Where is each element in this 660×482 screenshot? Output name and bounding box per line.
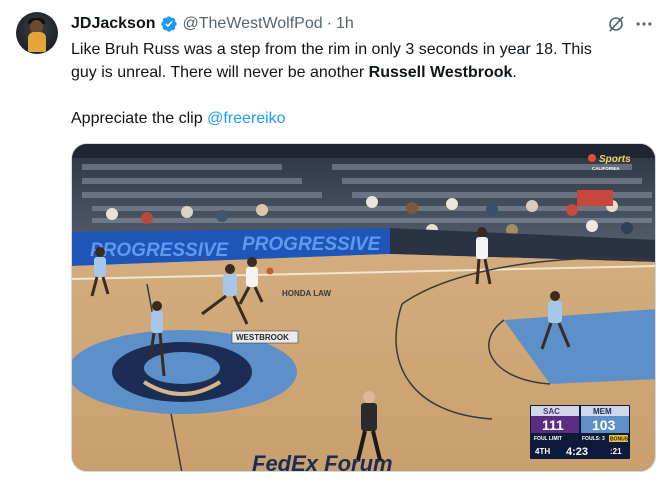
- svg-text:CALIFORNIA: CALIFORNIA: [592, 166, 620, 171]
- handle[interactable]: @TheWestWolfPod: [183, 15, 323, 33]
- team1-note: FOUL LIMIT: [534, 436, 562, 442]
- team2-note: FOULS: 3: [582, 436, 605, 442]
- bold-name: Russell Westbrook: [368, 64, 513, 81]
- baseline-text: FedEx Forum: [252, 451, 393, 472]
- mention-link[interactable]: @freereiko: [207, 110, 286, 127]
- quarter: 4TH: [535, 447, 550, 456]
- team1-score: 111: [542, 417, 564, 433]
- tweet-line-1: Like Bruh Russ was a step from the rim i…: [71, 41, 592, 58]
- tweet-line-3: Appreciate the clip @freereiko: [71, 107, 643, 130]
- scoreboard: SAC MEM 111 103 FOUL LIMIT FOULS: 3 BONU…: [530, 405, 630, 459]
- svg-text:Sports: Sports: [599, 154, 631, 165]
- avatar[interactable]: [16, 12, 58, 54]
- team2-abbr: MEM: [593, 407, 612, 416]
- player-tag-text: WESTBROOK: [236, 333, 289, 342]
- team1-abbr: SAC: [543, 407, 560, 416]
- banner-text-1: PROGRESSIVE: [90, 240, 230, 261]
- red-cooler: [577, 190, 613, 206]
- banner-text-2: PROGRESSIVE: [242, 234, 382, 255]
- tweet-line-2-end: .: [512, 64, 517, 81]
- tweet-text: Like Bruh Russ was a step from the rim i…: [71, 38, 643, 130]
- tweet-line-3-text: Appreciate the clip: [71, 110, 208, 127]
- video-player[interactable]: PROGRESSIVE PROGRESSIVE HONDA LAW FedEx …: [71, 143, 656, 472]
- game-clock: 4:23: [566, 446, 588, 458]
- team2-score: 103: [592, 417, 616, 433]
- shot-clock: :21: [610, 447, 622, 456]
- tweet-card[interactable]: JDJackson @TheWestWolfPod · 1h Like Bruh…: [0, 0, 660, 482]
- tweet-line-2: guy is unreal. There will never be anoth…: [71, 61, 643, 84]
- sponsor-text: HONDA LAW: [282, 289, 331, 298]
- tweet-line-2-text: guy is unreal. There will never be anoth…: [71, 64, 369, 81]
- separator-dot: ·: [326, 15, 332, 32]
- tweet-header: JDJackson @TheWestWolfPod · 1h: [71, 14, 354, 34]
- more-dots-icon[interactable]: [632, 12, 656, 36]
- timestamp[interactable]: 1h: [336, 15, 354, 33]
- display-name[interactable]: JDJackson: [71, 15, 156, 33]
- grok-icon[interactable]: [604, 12, 628, 36]
- bonus-badge: BONUS: [610, 437, 629, 443]
- verified-badge-icon[interactable]: [160, 15, 178, 33]
